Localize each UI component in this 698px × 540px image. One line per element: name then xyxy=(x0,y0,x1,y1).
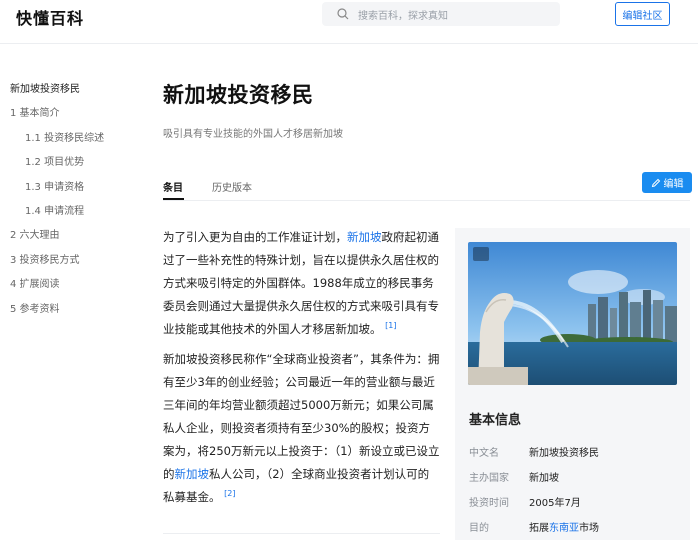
link-southeast-asia[interactable]: 东南亚 xyxy=(549,523,579,534)
edit-community-button[interactable]: 编辑社区 xyxy=(615,2,670,26)
pencil-icon xyxy=(651,178,660,187)
tabs-divider xyxy=(163,200,690,201)
toc-item-six-reasons[interactable]: 2 六大理由 xyxy=(10,228,140,252)
table-of-contents: 新加坡投资移民 1 基本简介 1.1 投资移民综述 1.2 项目优势 1.3 申… xyxy=(10,82,140,326)
tab-history[interactable]: 历史版本 xyxy=(212,179,252,194)
toc-item-references[interactable]: 5 参考资料 xyxy=(10,302,140,326)
infobox-photo-merlion[interactable] xyxy=(468,242,677,385)
info-row-purpose: 目的 拓展东南亚市场 xyxy=(469,523,599,534)
toc-item-title[interactable]: 新加坡投资移民 xyxy=(10,82,140,106)
page-title: 新加坡投资移民 xyxy=(163,83,314,107)
info-row-chinese-name: 中文名 新加坡投资移民 xyxy=(469,448,599,459)
toc-item-basic-intro[interactable]: 1 基本简介 xyxy=(10,106,140,130)
toc-item-extended-reading[interactable]: 4 扩展阅读 xyxy=(10,277,140,301)
toc-item-methods[interactable]: 3 投资移民方式 xyxy=(10,253,140,277)
search-placeholder[interactable]: 搜索百科，探求真知 xyxy=(358,7,448,22)
photo-gallery-icon[interactable] xyxy=(473,247,489,261)
top-header: 快懂百科 搜索百科，探求真知 编辑社区 xyxy=(0,0,698,44)
infobox-heading: 基本信息 xyxy=(469,413,522,428)
site-logo[interactable]: 快懂百科 xyxy=(16,5,84,29)
toc-item-overview[interactable]: 1.1 投资移民综述 xyxy=(10,131,140,155)
toc-item-advantages[interactable]: 1.2 项目优势 xyxy=(10,155,140,179)
link-singapore-2[interactable]: 新加坡 xyxy=(175,467,210,481)
info-row-invest-time: 投资时间 2005年7月 xyxy=(469,498,581,509)
search-icon xyxy=(337,8,349,20)
page-subtitle: 吸引具有专业技能的外国人才移居新加坡 xyxy=(163,129,343,140)
reference-2[interactable]: [2] xyxy=(224,489,235,498)
tab-entry[interactable]: 条目 xyxy=(163,179,183,194)
paragraph-1: 为了引入更为自由的工作准证计划，新加坡政府起初通过了一些补充性的特殊计划，旨在以… xyxy=(163,230,439,336)
merlion-skyline-image xyxy=(468,242,677,385)
reference-1[interactable]: [1] xyxy=(385,321,396,330)
toc-item-process[interactable]: 1.4 申请流程 xyxy=(10,204,140,228)
toc-item-eligibility[interactable]: 1.3 申请资格 xyxy=(10,180,140,204)
edit-button[interactable]: 编辑 xyxy=(642,172,692,193)
link-singapore[interactable]: 新加坡 xyxy=(347,230,382,244)
content-divider xyxy=(163,533,440,534)
paragraph-2: 新加坡投资移民称作“全球商业投资者”，其条件为：拥有至少3年的创业经验；公司最近… xyxy=(163,352,440,504)
infobox: 基本信息 中文名 新加坡投资移民 主办国家 新加坡 投资时间 2005年7月 目的 拓展… xyxy=(455,228,690,540)
edit-button-label: 编辑 xyxy=(663,179,684,190)
info-row-host-country: 主办国家 新加坡 xyxy=(469,473,559,484)
article-body: 为了引入更为自由的工作准证计划，新加坡政府起初通过了一些补充性的特殊计划，旨在以… xyxy=(163,226,440,516)
search-box[interactable]: 搜索百科，探求真知 xyxy=(322,2,560,26)
